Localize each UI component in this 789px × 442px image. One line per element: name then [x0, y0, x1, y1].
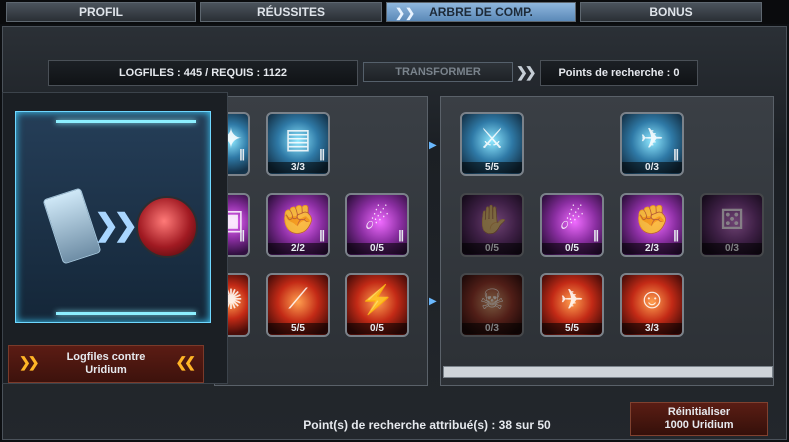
skill-count: 0/3	[622, 162, 682, 173]
tab-label: RÉUSSITES	[256, 5, 325, 19]
skill-count: 0/5	[462, 243, 522, 254]
transform-button[interactable]: TRANSFORMER	[363, 62, 513, 82]
skill-icon[interactable]: ☠ 0/3	[460, 273, 524, 337]
skill-icon[interactable]: ⚄ 0/3	[700, 193, 764, 257]
energy-line	[56, 312, 196, 315]
reset-label-line2: 1000 Uridium	[664, 419, 734, 431]
skill-icon[interactable]: ✊ || 2/2	[266, 193, 330, 257]
skill-icon[interactable]: ⚔ 5/5	[460, 112, 524, 176]
skill-icon[interactable]: ✈ || 0/3	[620, 112, 684, 176]
skill-icon[interactable]: ⟋ 5/5	[266, 273, 330, 337]
chevron-right-icon: ❯❯	[19, 354, 40, 370]
horizontal-scrollbar[interactable]	[443, 366, 773, 378]
skill-count: 5/5	[542, 323, 602, 334]
skill-count: 3/3	[268, 162, 328, 173]
logfiles-requis-text: LOGFILES : 445 / REQUIS : 1122	[118, 67, 288, 79]
pause-icon: ||	[593, 228, 599, 242]
card-artwork: ❯❯	[15, 111, 211, 323]
fighter-jet-icon: ✈	[560, 284, 584, 315]
skill-count: 5/5	[462, 162, 522, 173]
pause-icon: ||	[239, 228, 245, 242]
tab-profil[interactable]: PROFIL	[6, 2, 196, 22]
card-label[interactable]: ❯❯ Logfiles contre Uridium ❮❮	[8, 345, 204, 383]
logfiles-uridium-card: ●● ❯❯	[2, 92, 228, 384]
pause-icon: ||	[673, 228, 679, 242]
chevron-left-icon: ❮❮	[175, 354, 197, 370]
card-label-line2: Uridium	[85, 364, 127, 376]
lightning-icon: ⚡	[359, 284, 395, 315]
skill-icon[interactable]: ☺ 3/3	[620, 273, 684, 337]
reset-button[interactable]: Réinitialiser 1000 Uridium	[630, 402, 768, 436]
pause-icon: ||	[319, 147, 325, 161]
hand-icon: ✋	[474, 204, 510, 235]
skill-icon[interactable]: ▤ || 3/3	[266, 112, 330, 176]
transform-label: TRANSFORMER	[395, 66, 481, 78]
pause-icon: ||	[319, 228, 325, 242]
skill-count: 0/3	[462, 323, 522, 334]
dice-icon: ⚄	[719, 204, 745, 235]
card-label-line1: Logfiles contre	[66, 351, 146, 363]
chevron-right-icon: ❯❯	[395, 6, 416, 20]
energy-line	[56, 120, 196, 123]
pause-icon: ||	[673, 147, 679, 161]
card-label-text: Logfiles contre Uridium	[67, 351, 146, 377]
skill-count: 0/5	[542, 243, 602, 254]
points-assigned-text: Point(s) de recherche attribué(s) : 38 s…	[303, 418, 551, 432]
page-nav-arrow-icon[interactable]: ▶	[429, 140, 439, 152]
face-icon: ☺	[637, 283, 667, 314]
rifle-icon: ⟋	[288, 283, 308, 314]
pause-icon: ||	[398, 228, 404, 242]
skull-icon: ☠	[479, 284, 505, 315]
chevron-right-icon: ❯❯	[94, 209, 138, 242]
logfiles-requis-display: LOGFILES : 445 / REQUIS : 1122	[48, 60, 358, 86]
tab-label: PROFIL	[79, 5, 123, 19]
page-nav-arrow-icon[interactable]: ▶	[429, 296, 439, 308]
skill-count: 0/3	[702, 243, 762, 254]
reset-label: Réinitialiser 1000 Uridium	[664, 406, 733, 432]
logfile-device-icon	[42, 187, 102, 265]
skill-count: 2/2	[268, 243, 328, 254]
skill-count: 0/5	[347, 323, 407, 334]
reset-label-line1: Réinitialiser	[667, 406, 731, 418]
skill-count: 3/3	[622, 323, 682, 334]
pause-icon: ||	[239, 147, 245, 161]
tab-bar: PROFIL RÉUSSITES ❯❯ ARBRE DE COMP. BONUS	[0, 0, 789, 24]
skill-count: 2/3	[622, 243, 682, 254]
skill-icon[interactable]: ⚡ 0/5	[345, 273, 409, 337]
skill-count: 0/5	[347, 243, 407, 254]
tab-arbre-de-comp[interactable]: ❯❯ ARBRE DE COMP.	[386, 2, 576, 22]
skill-icon[interactable]: ✈ 5/5	[540, 273, 604, 337]
tab-bonus[interactable]: BONUS	[580, 2, 762, 22]
tab-label: BONUS	[649, 5, 693, 19]
skill-icon[interactable]: ✊ || 2/3	[620, 193, 684, 257]
tab-label: ARBRE DE COMP.	[429, 5, 533, 19]
crossed-weapons-icon: ⚔	[479, 123, 505, 154]
research-points-display: Points de recherche : 0	[540, 60, 698, 86]
points-assigned-display: Point(s) de recherche attribué(s) : 38 s…	[228, 412, 626, 438]
research-points-text: Points de recherche : 0	[558, 67, 680, 79]
skill-count: 5/5	[268, 323, 328, 334]
double-arrow-icon: ❯❯	[516, 64, 537, 80]
tab-reussites[interactable]: RÉUSSITES	[200, 2, 382, 22]
skill-icon[interactable]: ☄ || 0/5	[540, 193, 604, 257]
skill-icon[interactable]: ☄ || 0/5	[345, 193, 409, 257]
skill-icon[interactable]: ✋ 0/5	[460, 193, 524, 257]
uridium-icon	[136, 196, 198, 258]
